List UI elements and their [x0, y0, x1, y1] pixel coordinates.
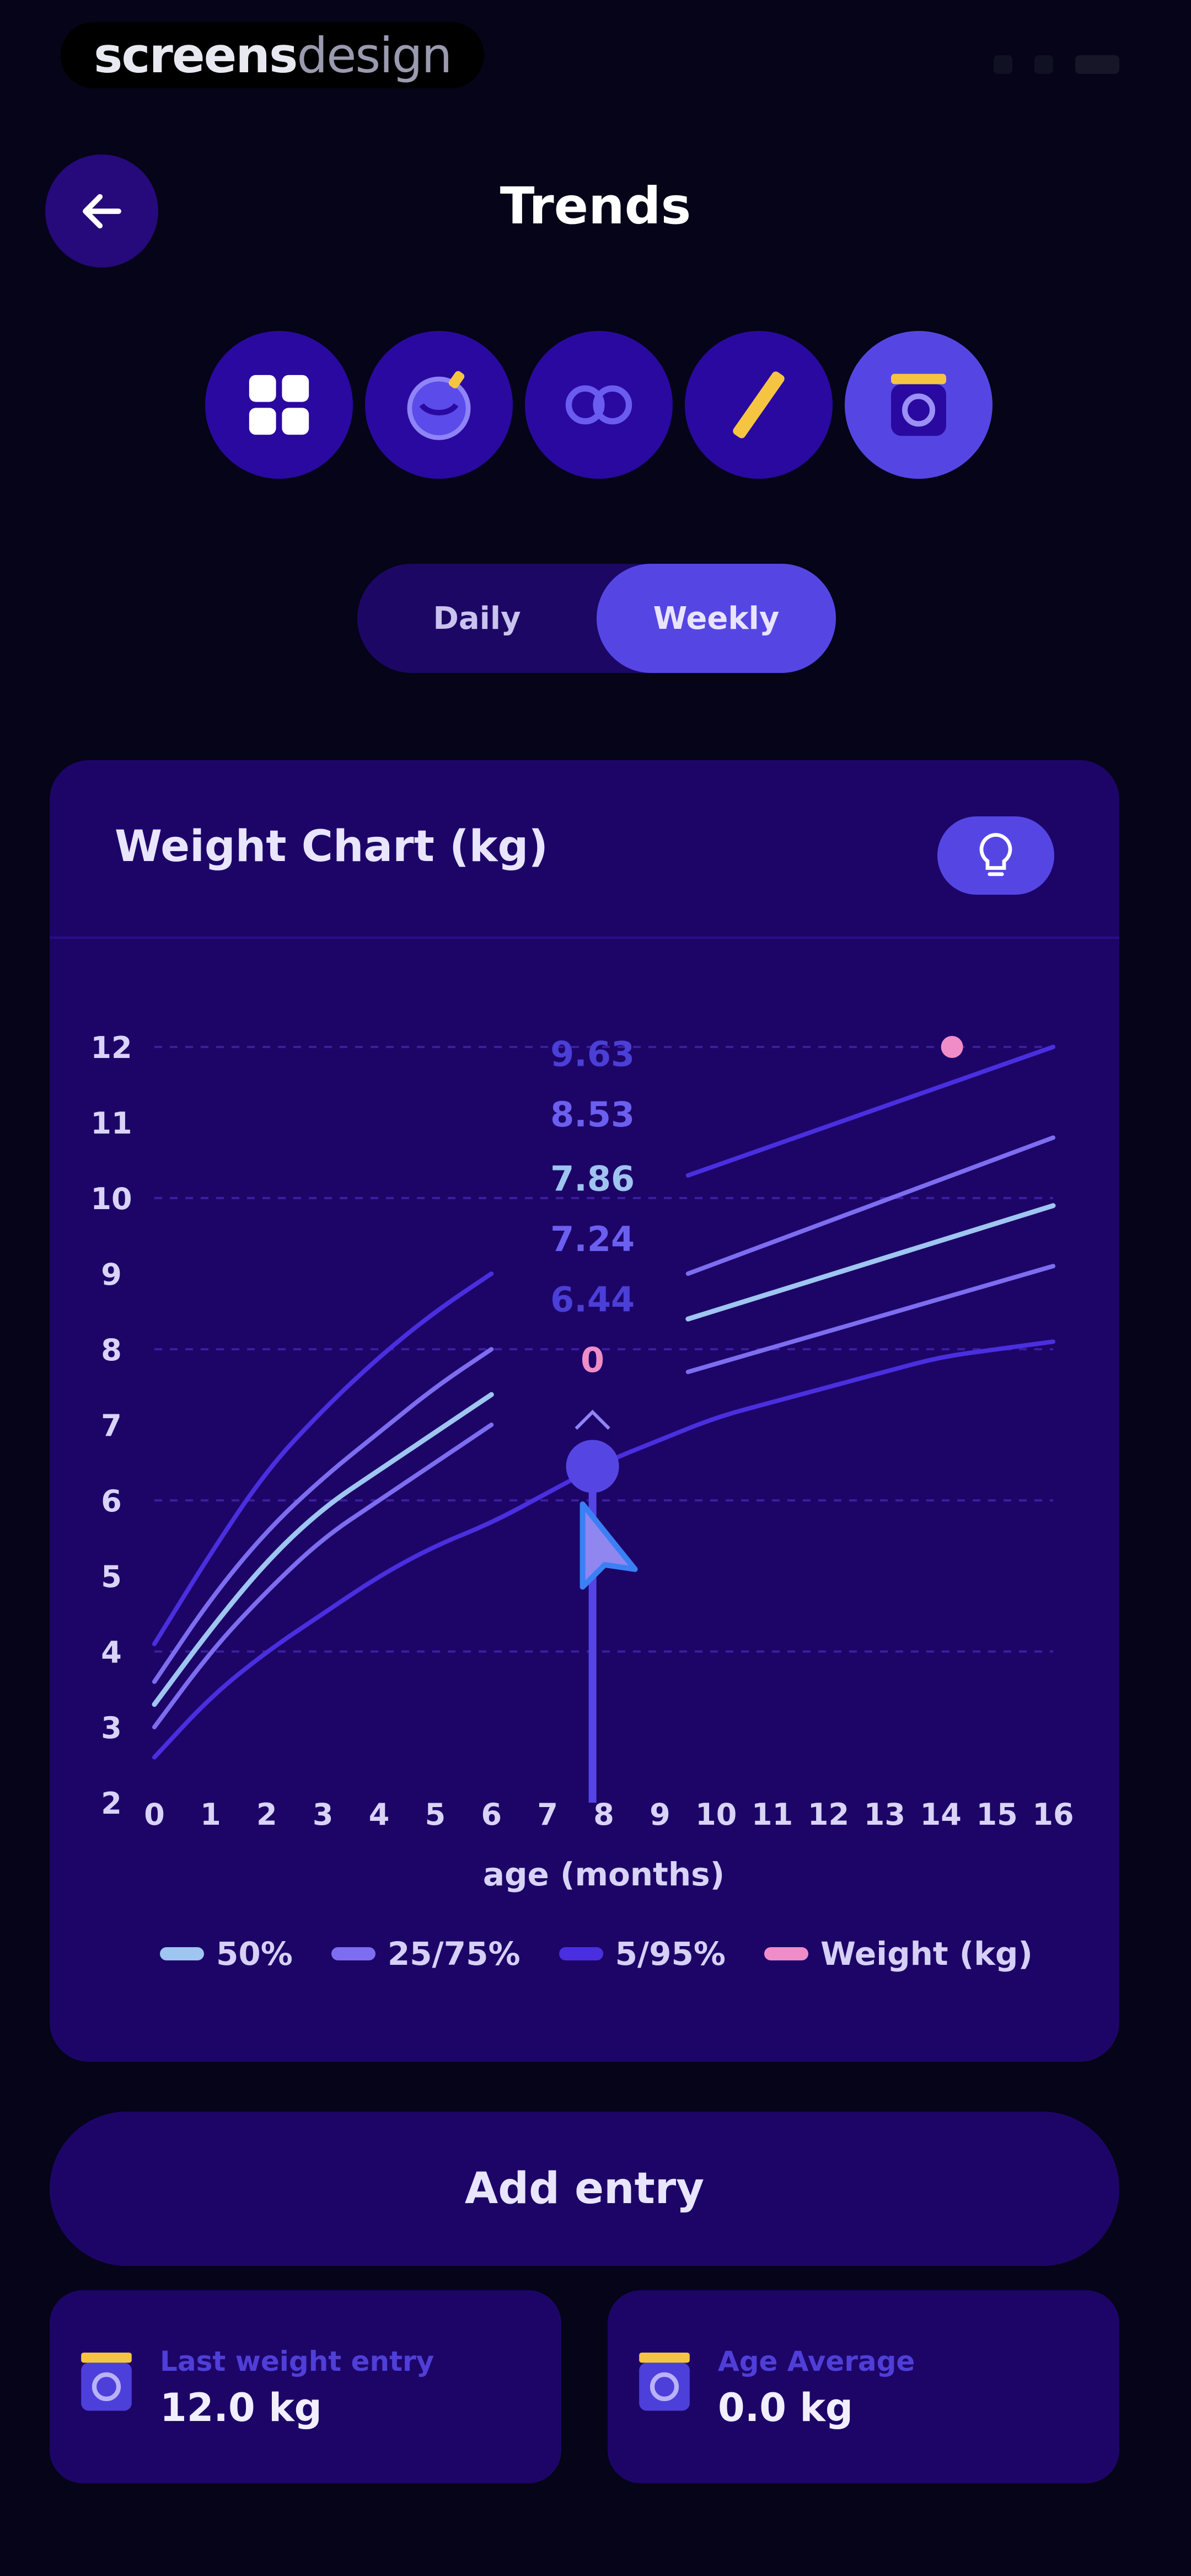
x-tick-label: 9	[650, 1797, 670, 1832]
bottle-icon	[407, 371, 471, 440]
category-feeding-button[interactable]	[365, 331, 513, 479]
last-weight-label: Last weight entry	[160, 2345, 434, 2377]
x-tick-label: 10	[695, 1797, 737, 1832]
last-weight-card[interactable]: Last weight entry 12.0 kg	[50, 2290, 561, 2483]
add-entry-button[interactable]: Add entry	[50, 2112, 1119, 2266]
x-tick-label: 3	[313, 1797, 334, 1832]
series-line-2-1	[685, 1203, 1056, 1322]
x-tick-label: 11	[752, 1797, 793, 1832]
x-tick-label: 4	[369, 1797, 390, 1832]
y-tick-label: 11	[90, 1106, 132, 1141]
battery-icon	[1075, 55, 1119, 74]
tooltip-p25: 7.24	[550, 1219, 635, 1259]
series-line-3-0	[152, 1423, 494, 1729]
signal-icon	[994, 55, 1012, 74]
y-tick-label: 8	[101, 1333, 122, 1367]
category-growth-button[interactable]	[685, 331, 833, 479]
legend-swatch-50	[160, 1947, 204, 1960]
diaper-icon	[565, 385, 632, 425]
legend-label-50: 50%	[216, 1935, 293, 1973]
pointer-arrow-icon	[580, 1501, 638, 1590]
category-selector	[205, 331, 993, 479]
x-tick-label: 13	[864, 1797, 905, 1832]
category-all-button[interactable]	[205, 331, 353, 479]
legend-item-25-75: 25/75%	[331, 1935, 521, 1973]
scale-icon	[639, 2353, 690, 2411]
toggle-daily[interactable]: Daily	[357, 564, 597, 673]
weight-data-point	[941, 1036, 963, 1058]
legend-swatch-weight	[764, 1947, 808, 1960]
age-average-card[interactable]: Age Average 0.0 kg	[608, 2290, 1119, 2483]
status-bar-icons	[994, 55, 1119, 74]
x-tick-label: 16	[1032, 1797, 1074, 1832]
chart-legend: 50% 25/75% 5/95% Weight (kg)	[160, 1935, 1033, 1973]
watermark-bold: screens	[94, 26, 298, 84]
tooltip-p50: 7.86	[550, 1158, 635, 1199]
scale-icon	[891, 373, 946, 436]
x-axis-label: age (months)	[483, 1856, 725, 1893]
y-tick-label: 12	[90, 1030, 132, 1065]
grid-icon	[249, 375, 309, 435]
cursor-cap	[575, 1409, 610, 1430]
x-tick-label: 8	[593, 1797, 614, 1832]
y-tick-label: 5	[101, 1559, 122, 1594]
cursor-knob	[566, 1440, 619, 1493]
y-tick-label: 2	[101, 1786, 122, 1821]
y-tick-label: 4	[101, 1635, 122, 1670]
tooltip-weight: 0	[581, 1340, 604, 1380]
x-tick-label: 6	[481, 1797, 502, 1832]
category-weight-button[interactable]	[845, 331, 993, 479]
legend-item-50: 50%	[160, 1935, 293, 1973]
period-toggle: Daily Weekly	[357, 564, 836, 673]
series-line-1-0	[152, 1347, 494, 1684]
legend-swatch-25-75	[331, 1947, 375, 1960]
y-tick-label: 3	[101, 1711, 122, 1745]
legend-label-25-75: 25/75%	[387, 1935, 521, 1973]
tooltip-p75: 8.53	[550, 1094, 635, 1135]
x-tick-label: 2	[256, 1797, 277, 1832]
legend-label-weight: Weight (kg)	[820, 1935, 1033, 1973]
age-average-label: Age Average	[718, 2345, 915, 2377]
ruler-icon	[733, 371, 785, 439]
y-tick-label: 9	[101, 1257, 122, 1292]
weight-chart[interactable]: 234567891011120 1 2 3 4 5 6 7 8 9 10 11 12 13 14 15 16ag…	[50, 760, 1119, 1918]
x-tick-label: 5	[425, 1797, 446, 1832]
age-average-value: 0.0 kg	[718, 2385, 854, 2430]
category-diaper-button[interactable]	[525, 331, 673, 479]
toggle-weekly[interactable]: Weekly	[597, 564, 836, 673]
legend-swatch-5-95	[559, 1947, 603, 1960]
x-tick-label: 15	[977, 1797, 1018, 1832]
wifi-icon	[1034, 55, 1053, 74]
watermark-light: design	[297, 26, 452, 84]
weight-chart-card: Weight Chart (kg) 2 3 4 5 6 7 8 9 10 11 12 0 1 2 3 4 5 6 7…	[50, 760, 1119, 2062]
page-title: Trends	[500, 177, 691, 236]
trends-screen: screens design Trends Daily Weekly Weigh…	[0, 0, 1191, 2576]
tooltip-p5: 6.44	[550, 1280, 635, 1320]
x-tick-label: 14	[920, 1797, 962, 1832]
screensdesign-watermark: screens design	[61, 22, 485, 88]
legend-label-5-95: 5/95%	[615, 1935, 726, 1973]
x-tick-label: 0	[144, 1797, 165, 1832]
legend-item-weight: Weight (kg)	[764, 1935, 1033, 1973]
y-tick-label: 6	[101, 1484, 122, 1519]
series-line-3-1	[685, 1264, 1055, 1375]
last-weight-value: 12.0 kg	[160, 2385, 322, 2430]
y-tick-label: 10	[90, 1182, 132, 1216]
x-tick-label: 12	[808, 1797, 849, 1832]
tooltip-p95: 9.63	[550, 1034, 635, 1074]
y-tick-label: 7	[101, 1408, 122, 1443]
scale-icon	[81, 2353, 132, 2411]
x-tick-label: 1	[200, 1797, 221, 1832]
legend-item-5-95: 5/95%	[559, 1935, 726, 1973]
x-tick-label: 7	[537, 1797, 558, 1832]
